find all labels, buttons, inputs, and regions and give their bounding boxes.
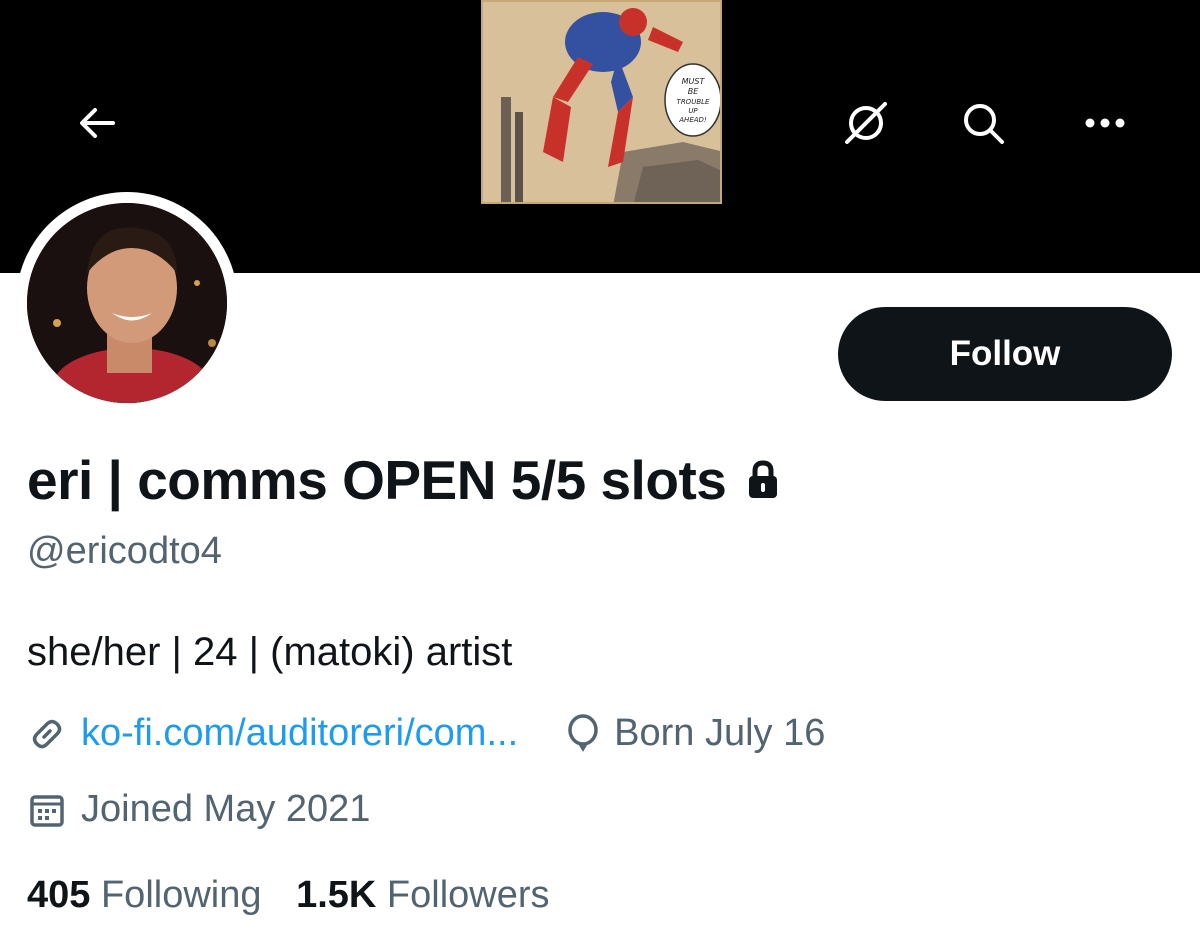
website-link[interactable]: ko-fi.com/auditoreri/com... <box>81 712 518 755</box>
birthday-text: Born July 16 <box>614 712 826 754</box>
joined-row: Joined May 2021 <box>27 788 370 831</box>
display-name: eri | comms OPEN 5/5 slots <box>27 448 780 512</box>
followers-link[interactable]: 1.5K Followers <box>296 874 549 916</box>
profile-meta-row: ko-fi.com/auditoreri/com... Born July 16 <box>27 712 825 755</box>
no-connection-icon <box>841 98 891 153</box>
follow-button-label: Follow <box>949 334 1061 373</box>
following-link[interactable]: 405 Following <box>27 874 272 916</box>
arrow-left-icon <box>75 101 119 150</box>
svg-text:BE: BE <box>688 87 699 96</box>
balloon-icon <box>566 713 600 754</box>
lock-icon <box>746 460 780 500</box>
follow-button[interactable]: Follow <box>838 307 1172 401</box>
follow-stats: 405 Following 1.5K Followers <box>27 874 550 917</box>
offline-button[interactable] <box>839 98 893 152</box>
more-icon <box>1080 113 1130 138</box>
svg-text:MUST: MUST <box>682 77 706 86</box>
following-label: Following <box>100 874 262 916</box>
user-handle: @ericodto4 <box>27 530 222 572</box>
link-icon <box>27 714 67 754</box>
back-button[interactable] <box>70 98 124 152</box>
more-button[interactable] <box>1078 98 1132 152</box>
following-count: 405 <box>27 874 91 916</box>
bio-text: she/her | 24 | (matoki) artist <box>27 630 513 674</box>
followers-count: 1.5K <box>296 874 377 916</box>
avatar[interactable] <box>27 203 227 403</box>
calendar-icon <box>27 790 67 830</box>
joined-text: Joined May 2021 <box>81 788 371 830</box>
banner-comic-image: MUST BE TROUBLE UP AHEAD! <box>481 0 722 204</box>
svg-text:TROUBLE: TROUBLE <box>677 98 710 106</box>
followers-label: Followers <box>386 874 550 916</box>
display-name-text: eri | comms OPEN 5/5 slots <box>27 449 727 511</box>
search-button[interactable] <box>956 98 1010 152</box>
svg-text:UP: UP <box>688 107 698 115</box>
svg-text:AHEAD!: AHEAD! <box>678 116 707 124</box>
search-icon <box>958 98 1008 153</box>
